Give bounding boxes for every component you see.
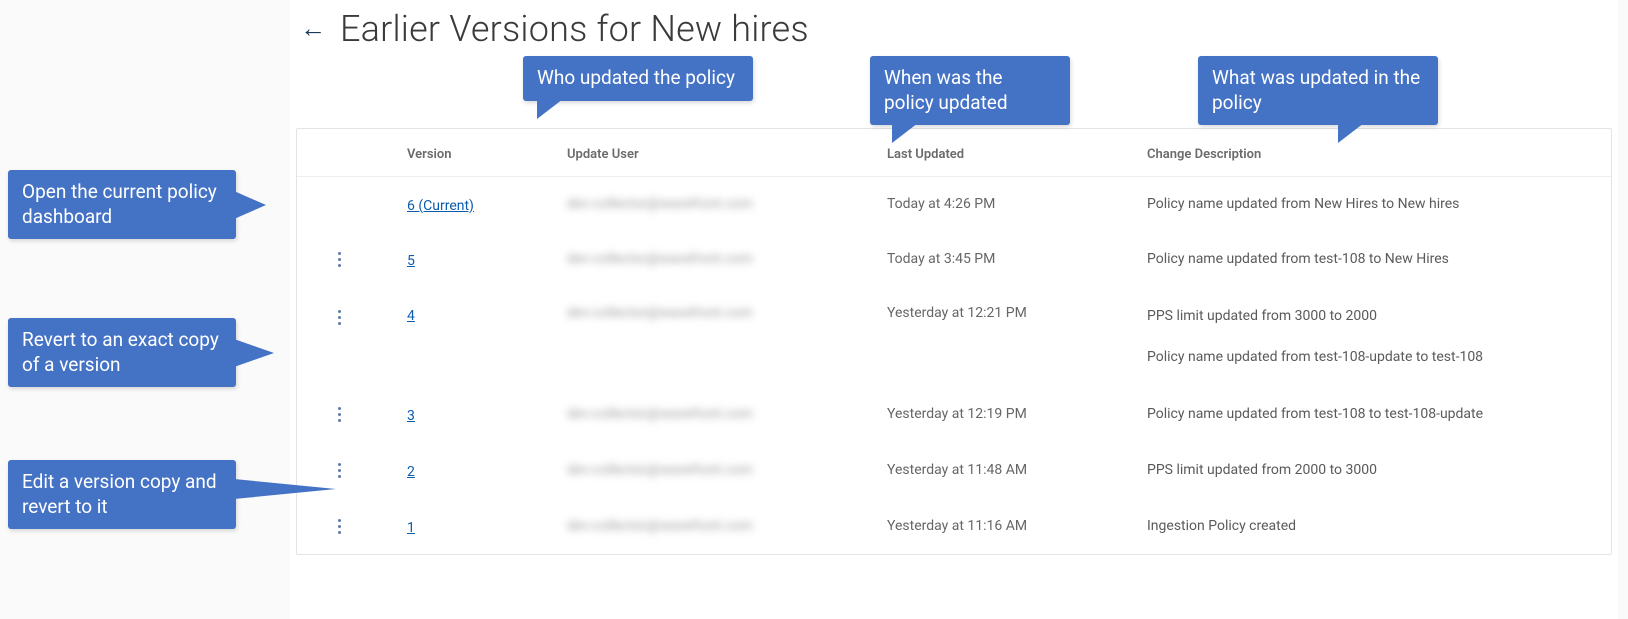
- last-updated: Yesterday at 11:48 AM: [887, 462, 1147, 478]
- change-description-line: PPS limit updated from 3000 to 2000: [1147, 305, 1581, 327]
- change-description: Policy name updated from test-108 to tes…: [1147, 403, 1581, 425]
- change-description: PPS limit updated from 3000 to 2000 Polic…: [1147, 305, 1581, 368]
- callout-open: Open the current policy dashboard: [8, 170, 236, 239]
- version-link[interactable]: 5: [407, 253, 415, 269]
- table-row: 3 dev-collector@wavefront.comYesterday at…: [297, 386, 1611, 442]
- update-user: dev-collector@wavefront.com: [567, 305, 887, 321]
- callout-edit: Edit a version copy and revert to it: [8, 460, 236, 529]
- change-description-line: Policy name updated from test-108-update…: [1147, 346, 1581, 368]
- row-menu-cell: [327, 247, 407, 271]
- version-link[interactable]: 4: [407, 308, 415, 324]
- row-menu-cell: [327, 458, 407, 482]
- col-version-header: Version: [407, 147, 567, 162]
- change-description-line: Ingestion Policy created: [1147, 515, 1581, 537]
- update-user: dev-collector@wavefront.com: [567, 251, 887, 267]
- last-updated: Yesterday at 11:16 AM: [887, 518, 1147, 534]
- page-title: Earlier Versions for New hires: [340, 8, 809, 50]
- table-body: 6 (Current)dev-collector@wavefront.comTo…: [297, 177, 1611, 554]
- update-user: dev-collector@wavefront.com: [567, 406, 887, 422]
- table-row: 5 dev-collector@wavefront.comToday at 3:4…: [297, 231, 1611, 287]
- kebab-menu-icon[interactable]: [327, 514, 351, 538]
- row-menu-cell: [327, 402, 407, 426]
- table-row: 2 dev-collector@wavefront.comYesterday at…: [297, 442, 1611, 498]
- row-menu-cell: [327, 514, 407, 538]
- callout-what: What was updated in the policy: [1198, 56, 1438, 125]
- change-description: Ingestion Policy created: [1147, 515, 1581, 537]
- version-link[interactable]: 3: [407, 408, 415, 424]
- change-description: PPS limit updated from 2000 to 3000: [1147, 459, 1581, 481]
- change-description-line: Policy name updated from New Hires to Ne…: [1147, 193, 1581, 215]
- row-menu-cell: [327, 305, 407, 329]
- last-updated: Today at 3:45 PM: [887, 251, 1147, 267]
- versions-table: Version Update User Last Updated Change …: [296, 128, 1612, 555]
- kebab-menu-icon[interactable]: [327, 305, 351, 329]
- last-updated: Yesterday at 12:19 PM: [887, 406, 1147, 422]
- col-user-header: Update User: [567, 147, 887, 162]
- col-updated-header: Last Updated: [887, 147, 1147, 162]
- change-description-line: Policy name updated from test-108 to New…: [1147, 248, 1581, 270]
- kebab-menu-icon[interactable]: [327, 247, 351, 271]
- last-updated: Today at 4:26 PM: [887, 196, 1147, 212]
- table-row: 4 dev-collector@wavefront.comYesterday at…: [297, 287, 1611, 386]
- change-description-line: Policy name updated from test-108 to tes…: [1147, 403, 1581, 425]
- version-link[interactable]: 1: [407, 520, 415, 536]
- last-updated: Yesterday at 12:21 PM: [887, 305, 1147, 321]
- callout-who: Who updated the policy: [523, 56, 753, 101]
- version-link[interactable]: 6 (Current): [407, 198, 474, 214]
- back-arrow-icon[interactable]: ←: [300, 16, 326, 42]
- change-description: Policy name updated from test-108 to New…: [1147, 248, 1581, 270]
- table-header-row: Version Update User Last Updated Change …: [297, 129, 1611, 177]
- callout-revert: Revert to an exact copy of a version: [8, 318, 236, 387]
- change-description: Policy name updated from New Hires to Ne…: [1147, 193, 1581, 215]
- version-link[interactable]: 2: [407, 464, 415, 480]
- table-row: 6 (Current) dev-collector@wavefront.comTo…: [297, 177, 1611, 231]
- update-user: dev-collector@wavefront.com: [567, 196, 887, 212]
- col-desc-header: Change Description: [1147, 147, 1581, 162]
- kebab-menu-icon[interactable]: [327, 402, 351, 426]
- callout-when: When was the policy updated: [870, 56, 1070, 125]
- change-description-line: PPS limit updated from 2000 to 3000: [1147, 459, 1581, 481]
- update-user: dev-collector@wavefront.com: [567, 462, 887, 478]
- update-user: dev-collector@wavefront.com: [567, 518, 887, 534]
- table-row: 1 dev-collector@wavefront.comYesterday at…: [297, 498, 1611, 554]
